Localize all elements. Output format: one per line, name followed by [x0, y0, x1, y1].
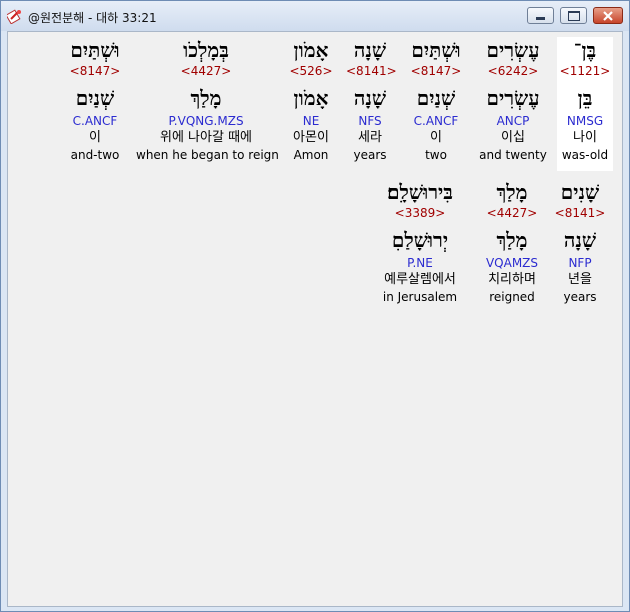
word-block-7[interactable]: וּשְׁתַּיִם <8147> שְׁנַיִם C.ANCF 이 and…	[60, 37, 130, 171]
maximize-icon	[567, 10, 580, 21]
close-button[interactable]	[593, 7, 623, 24]
strong-number[interactable]: <8147>	[60, 63, 130, 79]
korean-gloss: 예루살렘에서	[384, 272, 456, 287]
word-block-4[interactable]: שָׁנָה <8141> שָׁנָה NFS 세라 years	[346, 37, 397, 171]
parse-code: NE	[302, 114, 320, 128]
lemma-text: מָלַךְ	[190, 86, 222, 110]
strong-number[interactable]: <3389>	[368, 205, 472, 221]
english-gloss: and twenty	[479, 148, 547, 162]
strong-number[interactable]: <526>	[283, 63, 339, 79]
word-block-1[interactable]: בֶּן־ <1121> בֵּן NMSG 나이 was-old	[557, 37, 613, 171]
strong-number[interactable]: <8141>	[346, 63, 397, 79]
strong-number[interactable]: <4427>	[479, 205, 545, 221]
interlinear-panel[interactable]: בֶּן־ <1121> בֵּן NMSG 나이 was-old עֶשְׂר…	[7, 31, 623, 607]
hebrew-text: עֶשְׂרִים	[486, 38, 540, 62]
hebrew-text: שָׁנִים	[560, 180, 600, 204]
english-gloss: years	[353, 148, 387, 162]
title-bar[interactable]: @원전분해 - 대하 33:21	[1, 1, 629, 31]
parse-code: NFP	[568, 256, 592, 270]
parse-code: C.ANCF	[413, 114, 459, 128]
korean-gloss: 이	[430, 130, 442, 145]
lemma-text: מָלַךְ	[496, 228, 528, 252]
strong-number[interactable]: <8147>	[401, 63, 471, 79]
parse-code: P.VQNG.MZS	[168, 114, 244, 128]
hebrew-text: אָמֹון	[293, 38, 329, 62]
lemma-text: שְׁנַיִם	[75, 86, 115, 110]
strong-number[interactable]: <6242>	[477, 63, 549, 79]
english-gloss: Amon	[293, 148, 329, 162]
korean-gloss: 아몬이	[293, 130, 329, 145]
lemma-text: בֵּן	[577, 86, 593, 110]
parse-code: NFS	[358, 114, 382, 128]
strong-number[interactable]: <4427>	[136, 63, 276, 79]
lemma-text: שָׁנָה	[563, 228, 597, 252]
bible-app-icon[interactable]	[5, 8, 23, 25]
word-block-2[interactable]: עֶשְׂרִים <6242> עֶשְׂרִים ANCP 이십 and t…	[477, 37, 549, 171]
strong-number[interactable]: <1121>	[557, 63, 613, 79]
english-gloss: and-two	[70, 148, 120, 162]
hebrew-text: וּשְׁתַּיִם	[411, 38, 461, 62]
minimize-button[interactable]	[527, 7, 554, 24]
word-block-6[interactable]: בְּמָלְכֹו <4427> מָלַךְ P.VQNG.MZS 위에 나…	[136, 37, 279, 171]
hebrew-text: בְּמָלְכֹו	[183, 38, 229, 62]
lemma-text: שְׁנַיִם	[416, 86, 456, 110]
hebrew-text: בֶּן־	[573, 38, 597, 62]
app-window: @원전분해 - 대하 33:21 בֶּן־ <1121> בֵּן NMSG …	[0, 0, 630, 612]
parse-code: C.ANCF	[72, 114, 118, 128]
word-block-5[interactable]: אָמֹון <526> אָמֹון NE 아몬이 Amon	[283, 37, 339, 171]
korean-gloss: 세라	[358, 130, 382, 145]
parse-code: P.NE	[407, 256, 433, 270]
english-gloss: two	[425, 148, 447, 162]
strong-number[interactable]: <8141>	[552, 205, 608, 221]
hebrew-text: מָלַךְ	[496, 180, 528, 204]
korean-gloss: 이십	[501, 130, 525, 145]
hebrew-text: בִּירוּשָׁלִָם׃	[387, 180, 453, 204]
hebrew-text: וּשְׁתַּיִם	[70, 38, 120, 62]
korean-gloss: 치리하며	[488, 272, 536, 287]
hebrew-text: שָׁנָה	[353, 38, 387, 62]
lemma-text: שָׁנָה	[353, 86, 387, 110]
lemma-text: אָמֹון	[293, 86, 329, 110]
lemma-text: עֶשְׂרִים	[486, 86, 540, 110]
word-block-3[interactable]: וּשְׁתַּיִם <8147> שְׁנַיִם C.ANCF 이 two	[401, 37, 471, 171]
english-gloss: years	[563, 290, 597, 304]
word-block-10[interactable]: בִּירוּשָׁלִָם׃ <3389> יְרוּשָׁלַםִ P.NE…	[368, 179, 472, 313]
word-block-9[interactable]: מָלַךְ <4427> מָלַךְ VQAMZS 치리하며 reigned	[479, 179, 545, 313]
english-gloss: when he began to reign	[136, 148, 279, 162]
parse-code: VQAMZS	[485, 256, 539, 270]
korean-gloss: 이	[89, 130, 101, 145]
window-title: @원전분해 - 대하 33:21	[28, 11, 157, 25]
word-block-8[interactable]: שָׁנִים <8141> שָׁנָה NFP 년을 years	[552, 179, 608, 313]
minimize-icon	[536, 17, 545, 20]
maximize-button[interactable]	[560, 7, 587, 24]
english-gloss: reigned	[489, 290, 535, 304]
korean-gloss: 위에 나아갈 때에	[160, 130, 252, 145]
lemma-text: יְרוּשָׁלַםִ	[391, 228, 449, 252]
korean-gloss: 년을	[568, 272, 592, 287]
english-gloss: in Jerusalem	[382, 290, 458, 304]
parse-code: NMSG	[566, 114, 604, 128]
parse-code: ANCP	[496, 114, 530, 128]
korean-gloss: 나이	[573, 130, 597, 145]
english-gloss: was-old	[561, 148, 609, 162]
close-icon	[603, 10, 613, 21]
